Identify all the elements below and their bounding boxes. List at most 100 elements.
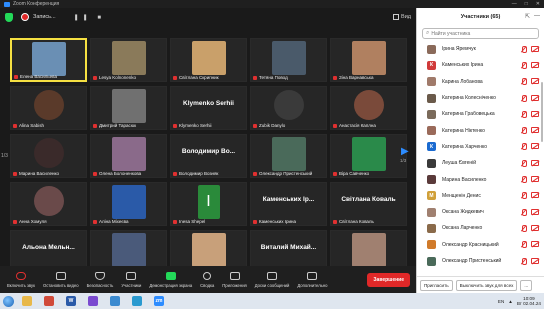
taskbar-files-app[interactable] (106, 295, 124, 308)
participant-avatar (427, 207, 436, 217)
toolbar-summary-button[interactable]: Сводка (196, 266, 218, 293)
taskbar-edge-app[interactable] (128, 295, 146, 308)
network-icon[interactable]: ▲ (508, 299, 513, 304)
video-off-icon[interactable] (531, 127, 539, 134)
participant-row[interactable]: Марина Василенко (417, 171, 544, 187)
muted-mic-icon[interactable] (520, 192, 527, 200)
video-tile[interactable]: Олена Болоненкова (90, 134, 167, 178)
muted-mic-icon[interactable] (520, 208, 527, 216)
toolbar-more-button[interactable]: Дополнительно (293, 266, 331, 293)
toolbar-mic-off-button[interactable]: Включить звук (3, 266, 39, 293)
video-off-icon[interactable] (531, 78, 539, 85)
participant-row[interactable]: Катерина Колесніченко (417, 90, 544, 106)
toolbar-share-button[interactable]: Демонстрация экрана (145, 266, 196, 293)
more-options-button[interactable]: ... (520, 279, 533, 291)
toolbar-shield-button[interactable]: Безопасность (83, 266, 118, 293)
video-off-icon[interactable] (531, 45, 539, 52)
video-off-icon[interactable] (531, 159, 539, 166)
language-indicator[interactable]: EN (498, 299, 504, 304)
video-off-icon[interactable] (531, 257, 539, 264)
participant-row[interactable]: Олександр Красницький (417, 237, 544, 253)
participant-row[interactable]: Оксана Жидкевич (417, 204, 544, 220)
taskbar-word-app[interactable]: W (62, 295, 80, 308)
video-tile[interactable]: Світлана Скрипник (170, 38, 247, 82)
video-tile[interactable]: I Inesa Shepel (170, 182, 247, 226)
toolbar-participants-button[interactable]: Участники (117, 266, 145, 293)
video-tile[interactable]: Klymenko Serhii Klymenko Serhii (170, 86, 247, 130)
participant-row[interactable]: Ірина Яремчук (417, 41, 544, 57)
toolbar-apps-button[interactable]: Приложения (218, 266, 251, 293)
video-tile[interactable]: Тетяна Повод (250, 38, 327, 82)
muted-mic-icon[interactable] (520, 241, 527, 249)
encryption-shield-icon[interactable] (5, 12, 13, 22)
mute-all-button[interactable]: Выключить звук для всех (455, 279, 518, 291)
close-panel-icon[interactable]: — (534, 13, 540, 20)
start-button-icon[interactable] (3, 295, 14, 307)
tile-name: Зіна Варнавська (339, 75, 374, 80)
participant-row[interactable]: Оксана Ларченко (417, 220, 544, 236)
video-off-icon[interactable] (531, 192, 539, 199)
search-input[interactable] (431, 30, 532, 37)
close-button[interactable]: ✕ (536, 1, 540, 7)
video-tile[interactable]: Олександр Пристенський (250, 134, 327, 178)
muted-mic-icon[interactable] (520, 224, 527, 232)
video-off-icon[interactable] (531, 241, 539, 248)
muted-mic-icon[interactable] (520, 159, 527, 167)
tile-display-name: Світлана Коваль (341, 196, 396, 203)
participant-row[interactable]: Леуша Євгеній (417, 155, 544, 171)
video-tile[interactable]: Світлана Коваль Світлана Коваль (330, 182, 407, 226)
video-off-icon[interactable] (531, 61, 539, 68)
video-tile[interactable]: Анастасія Каплна (330, 86, 407, 130)
taskbar-chrome-app[interactable] (40, 295, 58, 308)
video-tile[interactable]: Каменських Ір... Каменських Ірина (250, 182, 327, 226)
recording-controls[interactable]: ❚❚ ■ (74, 14, 105, 21)
muted-mic-icon[interactable] (520, 78, 527, 86)
participant-row[interactable]: Олександр Пристенський (417, 253, 544, 269)
participant-row[interactable]: Катерина Ніктенко (417, 122, 544, 138)
video-tile[interactable]: Зіна Варнавська (330, 38, 407, 82)
participant-row[interactable]: М Менщенін Денис (417, 188, 544, 204)
video-tile[interactable]: Елена Васильева (10, 38, 87, 82)
end-meeting-button[interactable]: Завершение (367, 272, 410, 287)
video-off-icon[interactable] (531, 208, 539, 215)
video-tile[interactable]: Аліна Міхеєва (90, 182, 167, 226)
video-tile[interactable]: Lesya Kolnonenko (90, 38, 167, 82)
taskbar-explorer-app[interactable] (18, 295, 36, 308)
video-tile[interactable]: Дмитрий Тарасюк (90, 86, 167, 130)
video-off-icon[interactable] (531, 143, 539, 150)
video-tile[interactable]: Володимир Во... Володимир Возняк (170, 134, 247, 178)
muted-mic-icon[interactable] (520, 110, 527, 118)
video-off-icon[interactable] (531, 94, 539, 101)
participant-scrollbar[interactable] (541, 82, 543, 142)
participant-row[interactable]: Катерина Грабовецька (417, 106, 544, 122)
participant-row[interactable]: К Каменських Ірина (417, 57, 544, 73)
video-tile[interactable]: Анна Хомуля (10, 182, 87, 226)
maximize-button[interactable]: □ (525, 1, 528, 7)
video-off-icon[interactable] (531, 224, 539, 231)
next-page-icon[interactable]: ▶ (401, 146, 409, 157)
toolbar-whiteboard-button[interactable]: Доски сообщений (251, 266, 294, 293)
invite-button[interactable]: Пригласить (420, 279, 453, 291)
toolbar-video-button[interactable]: Остановить видео (39, 266, 83, 293)
video-off-icon[interactable] (531, 176, 539, 183)
minimize-button[interactable]: — (512, 1, 517, 7)
video-tile[interactable]: Zubik Danylo (250, 86, 327, 130)
taskbar-viber-app[interactable] (84, 295, 102, 308)
participant-row[interactable]: К Катерина Харченко (417, 139, 544, 155)
muted-mic-icon[interactable] (520, 127, 527, 135)
video-tile[interactable]: Марина Василенко (10, 134, 87, 178)
muted-mic-icon[interactable] (520, 143, 527, 151)
clock[interactable]: 10:09 Вт 02.04.24 (517, 296, 541, 307)
taskbar-zoom-app[interactable]: zm (150, 295, 168, 308)
muted-mic-icon[interactable] (520, 176, 527, 184)
participant-row[interactable]: Карина Лобанова (417, 74, 544, 90)
muted-mic-icon[interactable] (520, 61, 527, 69)
view-button[interactable]: Вид (393, 14, 411, 20)
video-tile[interactable]: Alina Sabish (10, 86, 87, 130)
muted-mic-icon[interactable] (520, 94, 527, 102)
muted-mic-icon[interactable] (520, 45, 527, 53)
muted-mic-icon[interactable] (520, 257, 527, 265)
video-off-icon[interactable] (531, 110, 539, 117)
popout-icon[interactable]: ⇱ (525, 13, 530, 20)
video-tile[interactable]: Віра Савченко (330, 134, 407, 178)
